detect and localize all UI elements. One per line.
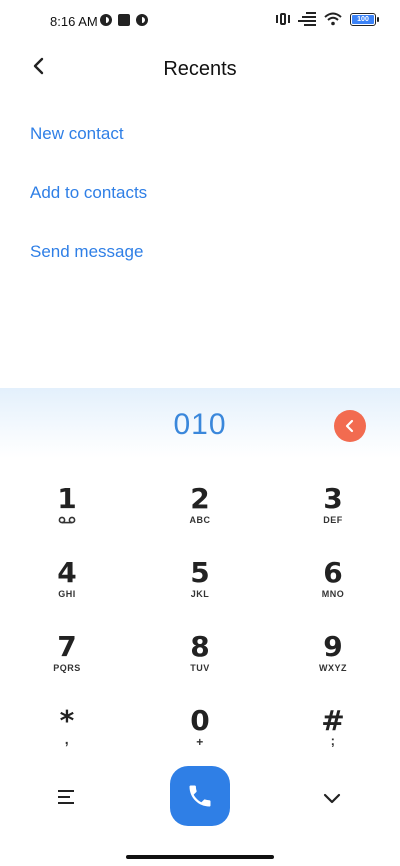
key-digit: 8 (190, 630, 210, 663)
key-letters: + (196, 735, 204, 749)
key-digit: 4 (57, 556, 77, 589)
key-8[interactable]: 8 TUV (160, 633, 240, 689)
notification-icon (100, 14, 112, 26)
wifi-icon (324, 12, 342, 26)
phone-icon (189, 785, 211, 807)
battery-icon: 100 (350, 12, 379, 26)
key-digit: 7 (57, 630, 77, 663)
key-letters: ; (330, 733, 336, 748)
menu-icon[interactable] (58, 790, 78, 806)
vibrate-icon (276, 12, 290, 26)
key-star[interactable]: * , (27, 707, 107, 763)
key-digit: # (321, 704, 345, 737)
new-contact-link[interactable]: New contact (30, 124, 124, 144)
key-digit: 3 (323, 482, 343, 515)
key-letters: PQRS (53, 663, 81, 673)
key-hash[interactable]: # ; (293, 707, 373, 763)
key-letters: WXYZ (319, 663, 347, 673)
status-time: 8:16 AM (50, 14, 98, 29)
status-notification-icons (100, 14, 148, 26)
key-letters: GHI (58, 589, 76, 599)
key-letters: TUV (190, 663, 210, 673)
stop-icon (118, 14, 130, 26)
key-9[interactable]: 9 WXYZ (293, 633, 373, 689)
key-5[interactable]: 5 JKL (160, 559, 240, 615)
key-letters: JKL (190, 589, 210, 599)
page-title: Recents (163, 58, 237, 80)
key-6[interactable]: 6 MNO (293, 559, 373, 615)
key-digit: 1 (57, 482, 77, 515)
battery-level: 100 (352, 14, 374, 24)
key-2[interactable]: 2 ABC (160, 485, 240, 541)
call-button[interactable] (170, 766, 230, 826)
key-digit: 5 (190, 556, 210, 589)
key-0[interactable]: 0 + (160, 707, 240, 763)
key-4[interactable]: 4 GHI (27, 559, 107, 615)
backspace-icon (345, 419, 354, 433)
status-system-icons: 100 (276, 12, 379, 26)
key-letters: , (64, 731, 70, 747)
dialer-panel: 010 1 2 ABC 3 DEF 4 GHI 5 JKL 6 MNO 7 PQ… (0, 388, 400, 866)
key-digit: 6 (323, 556, 343, 589)
key-3[interactable]: 3 DEF (293, 485, 373, 541)
add-to-contacts-link[interactable]: Add to contacts (30, 183, 147, 203)
key-digit: 0 (190, 704, 210, 737)
key-letters: DEF (323, 515, 343, 525)
home-indicator[interactable] (126, 855, 274, 859)
chevron-down-icon[interactable] (322, 792, 342, 806)
signal-icon (298, 12, 316, 26)
backspace-button[interactable] (334, 410, 366, 442)
notification-icon (136, 14, 148, 26)
key-digit: 2 (190, 482, 210, 515)
voicemail-icon (58, 516, 76, 524)
key-1[interactable]: 1 (27, 485, 107, 541)
key-digit: 9 (323, 630, 343, 663)
send-message-link[interactable]: Send message (30, 242, 143, 262)
key-letters: MNO (321, 589, 345, 599)
status-bar: 8:16 AM 100 (0, 0, 400, 44)
header: Recents (0, 44, 400, 92)
key-7[interactable]: 7 PQRS (27, 633, 107, 689)
key-letters: ABC (189, 515, 211, 525)
